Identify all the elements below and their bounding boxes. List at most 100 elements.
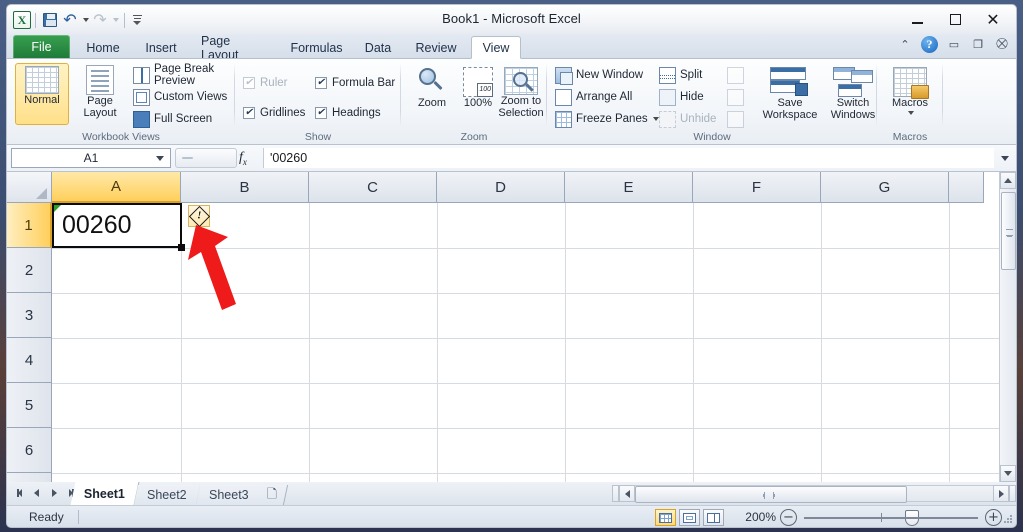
collapse-ribbon-icon[interactable]: ⌃ [897, 37, 913, 53]
first-sheet-button[interactable] [13, 486, 24, 499]
tab-insert[interactable]: Insert [135, 36, 187, 59]
row-header-4[interactable]: 4 [7, 338, 52, 383]
sheet-tab-sheet1[interactable]: Sheet1 [70, 482, 140, 505]
scroll-up-button[interactable] [1000, 172, 1016, 189]
close-button[interactable]: ✕ [974, 8, 1012, 31]
column-header-b[interactable]: B [181, 172, 309, 203]
triangle-left-icon [624, 489, 630, 498]
column-header-f[interactable]: F [693, 172, 821, 203]
horizontal-scrollbar[interactable] [612, 482, 1016, 505]
vertical-scroll-thumb[interactable] [1001, 192, 1016, 270]
scroll-left-button[interactable] [619, 485, 635, 502]
tab-view[interactable]: View [471, 36, 521, 59]
vertical-scrollbar[interactable] [999, 172, 1016, 482]
ruler-label: Ruler [260, 77, 288, 89]
next-sheet-button[interactable] [49, 486, 60, 499]
zoom-slider-control[interactable]: − + [780, 509, 1002, 526]
cell-a1[interactable]: 00260 [52, 203, 182, 248]
tab-page-layout[interactable]: Page Layout [191, 34, 278, 62]
ruler-checkbox-row[interactable]: Ruler [243, 73, 287, 93]
column-header-h[interactable] [949, 172, 984, 203]
maximize-button[interactable] [936, 8, 974, 31]
tab-data[interactable]: Data [355, 36, 401, 59]
gridlines-checkbox-row[interactable]: Gridlines [243, 103, 305, 123]
horizontal-scroll-track[interactable] [635, 485, 993, 503]
row-header-5[interactable]: 5 [7, 383, 52, 428]
normal-view-button[interactable]: Normal [15, 63, 69, 125]
formula-bar-checkbox-row[interactable]: Formula Bar [315, 73, 395, 93]
tab-split-grip[interactable] [612, 485, 619, 502]
split-button[interactable]: Split [659, 65, 702, 85]
synchronous-scrolling-button[interactable] [727, 87, 748, 107]
new-window-button[interactable]: New Window [555, 65, 643, 85]
column-header-g[interactable]: G [821, 172, 949, 203]
freeze-panes-button[interactable]: Freeze Panes [555, 109, 659, 129]
normal-view-shortcut[interactable] [655, 509, 676, 526]
formula-bar-checkbox[interactable] [315, 77, 327, 89]
switch-windows-button[interactable]: Switch Windows [823, 63, 883, 125]
help-icon[interactable]: ? [921, 36, 938, 53]
zoom-in-button[interactable]: + [985, 509, 1002, 526]
scroll-down-button[interactable] [1000, 465, 1016, 482]
gridlines-checkbox[interactable] [243, 107, 255, 119]
full-screen-button[interactable]: Full Screen [133, 109, 212, 129]
fill-handle[interactable] [178, 244, 185, 251]
page-layout-view-button[interactable]: Page Layout [73, 63, 127, 125]
row-header-1[interactable]: 1 [7, 203, 52, 248]
custom-views-button[interactable]: Custom Views [133, 87, 227, 107]
column-header-a[interactable]: A [52, 172, 181, 203]
minimize-button[interactable] [898, 8, 936, 31]
smart-tag-error-button[interactable]: ! [188, 205, 210, 227]
row-header-2[interactable]: 2 [7, 248, 52, 293]
page-layout-view-shortcut[interactable] [679, 509, 700, 526]
macros-button[interactable]: Macros [881, 63, 939, 125]
zoom-slider-track[interactable] [804, 509, 978, 526]
column-header-d[interactable]: D [437, 172, 565, 203]
zoom-out-button[interactable]: − [780, 509, 797, 526]
view-side-by-side-button[interactable] [727, 65, 748, 85]
arrange-all-button[interactable]: Arrange All [555, 87, 632, 107]
hide-button[interactable]: Hide [659, 87, 704, 107]
scroll-right-button[interactable] [993, 485, 1009, 502]
formula-input[interactable]: '00260 [263, 148, 994, 168]
unhide-label: Unhide [680, 113, 717, 125]
restore-window-icon[interactable]: ❐ [970, 37, 986, 53]
sheet-tab-sheet3[interactable]: Sheet3 [195, 485, 263, 505]
tab-review[interactable]: Review [405, 36, 467, 59]
previous-sheet-button[interactable] [31, 486, 42, 499]
ruler-checkbox[interactable] [243, 77, 255, 89]
close-window-icon[interactable]: ⛒ [994, 37, 1010, 53]
row-header-6[interactable]: 6 [7, 428, 52, 473]
insert-function-icon[interactable]: fx [239, 150, 247, 167]
tab-home[interactable]: Home [75, 36, 131, 59]
tab-formulas[interactable]: Formulas [282, 36, 351, 59]
page-break-preview-shortcut[interactable] [703, 509, 724, 526]
horizontal-scroll-thumb[interactable] [635, 486, 907, 503]
select-all-corner[interactable] [7, 172, 52, 203]
page-break-preview-button[interactable]: Page Break Preview [133, 63, 235, 87]
row-header-7[interactable]: 7 [7, 473, 52, 482]
headings-checkbox[interactable] [315, 107, 327, 119]
formula-bar-buttons[interactable] [175, 148, 237, 168]
tab-file[interactable]: File [13, 35, 70, 59]
sheet-tab-sheet2[interactable]: Sheet2 [133, 485, 201, 505]
save-workspace-button[interactable]: Save Workspace [759, 63, 821, 125]
view-side-by-side-icon [727, 66, 744, 84]
reset-window-position-button[interactable] [727, 109, 748, 129]
headings-checkbox-row[interactable]: Headings [315, 103, 381, 123]
cell-area[interactable]: 00260 ! [52, 203, 1016, 482]
row-header-3[interactable]: 3 [7, 293, 52, 338]
insert-worksheet-button[interactable]: 🗋 [257, 485, 289, 505]
ribbon-right-controls: ⌃ ? ▭ ❐ ⛒ [897, 36, 1010, 53]
name-box[interactable]: A1 [11, 148, 171, 168]
formula-bar: A1 fx '00260 [6, 145, 1017, 172]
column-header-e[interactable]: E [565, 172, 693, 203]
chevron-down-icon[interactable] [156, 155, 164, 161]
scrollbar-end-grip[interactable] [1009, 485, 1016, 502]
resize-grip[interactable] [1003, 515, 1013, 525]
column-header-c[interactable]: C [309, 172, 437, 203]
zoom-to-selection-button[interactable]: Zoom to Selection [495, 63, 547, 125]
zoom-slider-thumb[interactable] [904, 510, 919, 526]
expand-formula-bar-button[interactable] [997, 149, 1013, 167]
minimize-ribbon-icon[interactable]: ▭ [946, 37, 962, 53]
